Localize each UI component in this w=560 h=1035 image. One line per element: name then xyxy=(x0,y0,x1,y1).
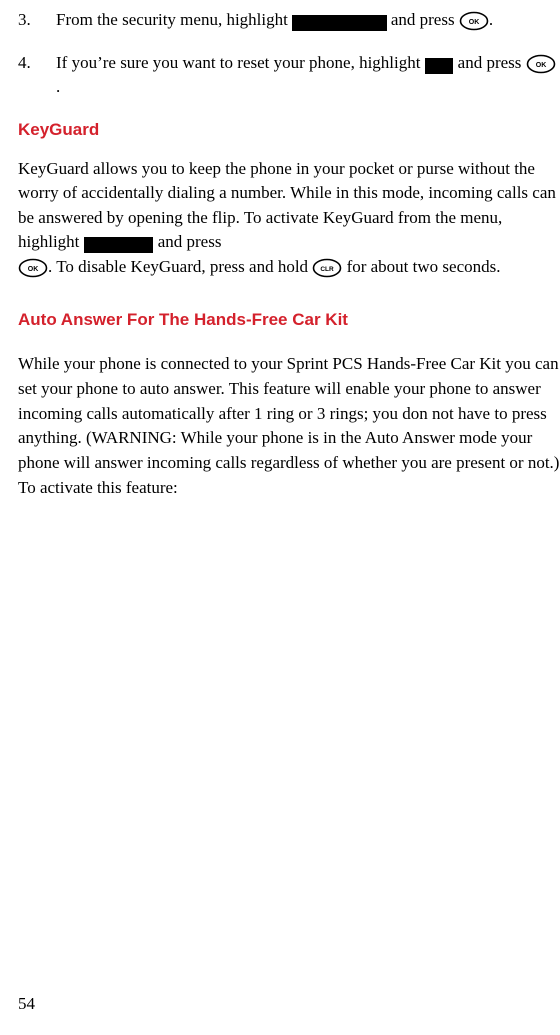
ok-key-icon: OK xyxy=(526,54,556,74)
ok-key-label: OK xyxy=(469,19,480,26)
lcd-label-keyguard: KeyGuard xyxy=(84,237,154,253)
lcd-label-yes: Yes xyxy=(425,58,454,74)
step-body: If you’re sure you want to reset your ph… xyxy=(56,51,560,100)
text: for about two seconds. xyxy=(342,257,500,276)
step-number: 4. xyxy=(18,51,56,100)
step-4: 4. If you’re sure you want to reset your… xyxy=(18,51,560,100)
ok-key-label: OK xyxy=(28,266,39,273)
ok-key-icon: OK xyxy=(459,11,489,31)
page: 3. From the security menu, highlight Res… xyxy=(0,0,560,1035)
text: and press xyxy=(387,10,459,29)
heading-auto-answer: Auto Answer For The Hands-Free Car Kit xyxy=(18,308,560,333)
ok-key-icon: OK xyxy=(18,258,48,278)
heading-keyguard: KeyGuard xyxy=(18,118,560,143)
text: press xyxy=(486,53,525,72)
text: . xyxy=(56,77,60,96)
step-number: 3. xyxy=(18,8,56,33)
step-3: 3. From the security menu, highlight Res… xyxy=(18,8,560,33)
auto-answer-paragraph: While your phone is connected to your Sp… xyxy=(18,352,560,500)
step-body: From the security menu, highlight Reset … xyxy=(56,8,560,33)
clr-key-label: CLR xyxy=(321,266,335,273)
text: . To disable KeyGuard, press and hold xyxy=(48,257,312,276)
keyguard-paragraph: KeyGuard allows you to keep the phone in… xyxy=(18,157,560,280)
text: From the security menu, highlight xyxy=(56,10,292,29)
text: and xyxy=(453,53,486,72)
clr-key-icon: CLR xyxy=(312,258,342,278)
text: If you’re sure you want to reset your ph… xyxy=(56,53,425,72)
text: and press xyxy=(153,232,221,251)
page-number: 54 xyxy=(18,992,35,1017)
svg-text:OK: OK xyxy=(535,62,546,69)
lcd-label-reset-phone: Reset Phone xyxy=(292,15,386,31)
text: . xyxy=(489,10,493,29)
